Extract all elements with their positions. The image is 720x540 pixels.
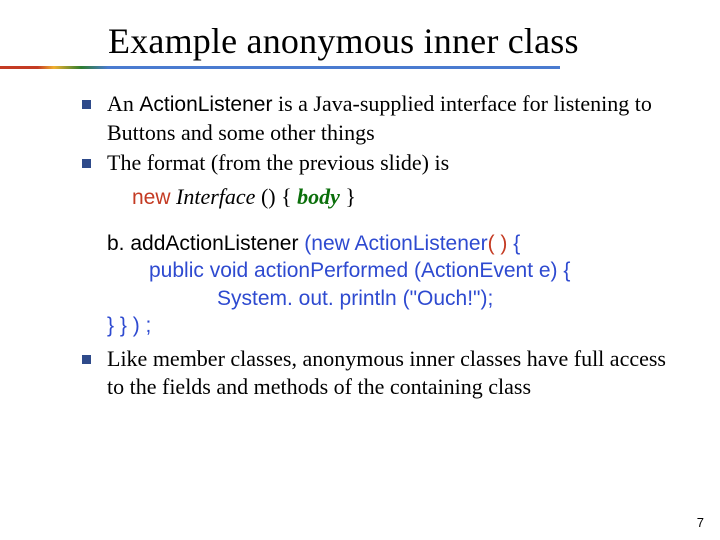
code-line-2: public void actionPerformed (ActionEvent… <box>107 257 672 284</box>
bullet-text-2: The format (from the previous slide) is <box>107 149 672 177</box>
title-underline-accent <box>0 66 108 69</box>
slide: Example anonymous inner class An ActionL… <box>0 0 720 540</box>
code-line-4: } } ) ; <box>107 312 672 339</box>
page-number: 7 <box>697 515 704 530</box>
bullet-icon <box>82 159 91 168</box>
bullet-text-1: An ActionListener is a Java-supplied int… <box>107 90 672 147</box>
code-text: b. addActionListener <box>107 232 304 255</box>
syntax-brace-close: } <box>340 184 356 209</box>
keyword-body: body <box>297 184 340 209</box>
syntax-brace-open: { <box>281 184 297 209</box>
slide-body: An ActionListener is a Java-supplied int… <box>82 90 672 404</box>
keyword-interface: Interface <box>171 184 261 209</box>
title-underline <box>108 66 560 69</box>
code-text-blue: (new ActionListener <box>304 232 487 255</box>
text-fragment: An <box>107 91 139 116</box>
code-text-blue: { <box>507 232 520 255</box>
code-example: b. addActionListener (new ActionListener… <box>107 230 672 339</box>
code-fragment: ActionListener <box>139 93 272 116</box>
syntax-parens: () <box>261 184 281 209</box>
keyword-new: new <box>132 186 171 209</box>
code-text-red: ( ) <box>488 232 508 255</box>
bullet-item-1: An ActionListener is a Java-supplied int… <box>82 90 672 147</box>
code-line-1: b. addActionListener (new ActionListener… <box>107 232 520 255</box>
bullet-item-3: Like member classes, anonymous inner cla… <box>82 345 672 401</box>
bullet-icon <box>82 100 91 109</box>
bullet-icon <box>82 355 91 364</box>
bullet-item-2: The format (from the previous slide) is <box>82 149 672 177</box>
slide-title: Example anonymous inner class <box>108 20 579 62</box>
code-line-3: System. out. println ("Ouch!"); <box>107 285 672 312</box>
format-syntax-line: new Interface () { body } <box>132 183 672 212</box>
bullet-text-3: Like member classes, anonymous inner cla… <box>107 345 672 401</box>
